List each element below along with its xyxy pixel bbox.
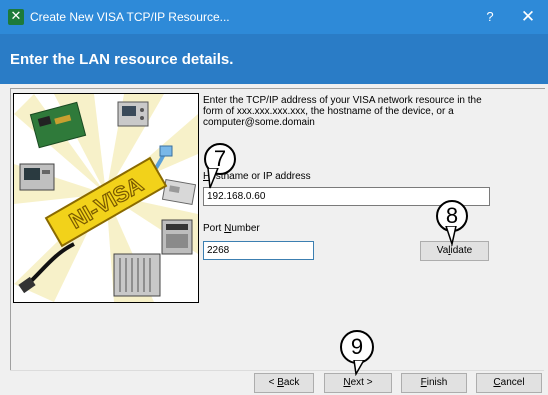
port-label-text: umber (231, 223, 260, 234)
finish-label-text: inish (426, 377, 448, 388)
title-bar[interactable]: ✕ Create New VISA TCP/IP Resource... ? ✕ (0, 0, 548, 34)
back-label-hotkey: B (277, 377, 284, 388)
window-title: Create New VISA TCP/IP Resource... (30, 10, 230, 24)
banner-title: Enter the LAN resource details. (10, 51, 234, 68)
instrument-right (161, 219, 193, 255)
wizard-banner: Enter the LAN resource details. (0, 34, 548, 84)
back-button[interactable]: < Back (254, 373, 314, 393)
finish-button[interactable]: Finish (401, 373, 467, 393)
help-button[interactable]: ? (478, 5, 502, 29)
callout-7-pointer (207, 168, 219, 189)
port-label-prefix: Port (203, 223, 225, 234)
validate-label-prefix: Va (436, 245, 449, 256)
next-label-hotkey: N (343, 377, 351, 388)
next-button[interactable]: Next > (324, 373, 392, 393)
description-text: Enter the TCP/IP address of your VISA ne… (203, 95, 482, 128)
dialog-window: ✕ Create New VISA TCP/IP Resource... ? ✕… (0, 0, 548, 395)
app-x-icon: ✕ (8, 9, 24, 25)
validate-label-text: idate (450, 245, 473, 256)
footer-divider (10, 370, 544, 371)
port-number-input[interactable] (203, 241, 314, 260)
next-label-text: ext > (350, 377, 373, 388)
port-label: Port Number (203, 223, 260, 235)
cancel-button[interactable]: Cancel (476, 373, 542, 393)
back-label-prefix: < (268, 377, 278, 388)
back-label-text: ack (283, 377, 300, 388)
callout-8-pointer (445, 226, 457, 246)
close-button[interactable]: ✕ (514, 5, 542, 29)
ni-visa-illustration: NI-VISA (13, 93, 199, 303)
ni-visa-artwork: NI-VISA (14, 94, 198, 302)
callout-9-pointer (353, 360, 365, 376)
cancel-label-hotkey: C (493, 377, 501, 388)
callout-9: 9 (340, 330, 374, 364)
content-panel: NI-VISA Enter the TCP/IP address of your… (10, 88, 545, 371)
scope-left (19, 163, 55, 191)
instrument-top (117, 101, 149, 127)
cancel-label-text: ancel (500, 377, 525, 388)
pxi-chassis (113, 253, 161, 297)
